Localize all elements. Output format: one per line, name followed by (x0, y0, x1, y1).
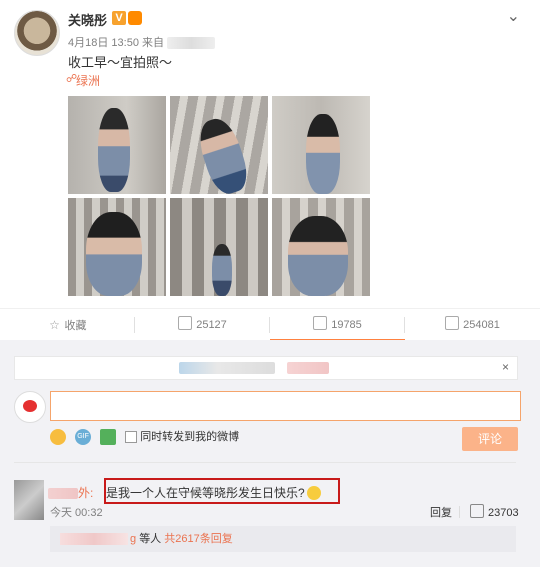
divider (14, 462, 516, 463)
comment-input[interactable] (50, 391, 521, 421)
close-icon[interactable]: × (502, 360, 509, 374)
photo-3[interactable] (272, 96, 370, 194)
emoji-icon[interactable] (50, 429, 66, 446)
commenter-avatar[interactable] (14, 480, 44, 520)
comment-section: × GIF 同时转发到我的微博 评论 外: 是我一个人在守候等晓彤发生日快乐? … (0, 340, 540, 567)
star-icon: ☆ (49, 318, 60, 332)
photo-4[interactable] (68, 198, 166, 296)
highlight-box (104, 478, 340, 504)
comment-like-button[interactable]: 23703 (470, 504, 519, 519)
location-label: 绿洲 (76, 74, 101, 88)
post-meta: 4月18日 13:50 来自 (68, 34, 216, 50)
photo-2[interactable] (170, 96, 268, 194)
like-count: 254081 (463, 319, 500, 331)
thumb-up-icon (470, 504, 484, 518)
location-link[interactable]: ☍ 绿洲 (66, 72, 101, 89)
post-time[interactable]: 4月18日 13:50 来自 (68, 37, 164, 49)
thumb-up-icon (445, 316, 460, 330)
image-icon[interactable] (100, 429, 117, 446)
repost-button[interactable]: 25127 (135, 309, 270, 341)
post-text: 收工早～宜拍照～ (68, 55, 173, 70)
total-replies-link[interactable]: 共2617条回复 (164, 533, 232, 545)
composer-tools: GIF 同时转发到我的微博 (50, 428, 240, 446)
notice-bar: × (14, 356, 518, 380)
favorite-label: 收藏 (64, 320, 87, 332)
reply-name-redacted (60, 533, 128, 546)
verified-badge-icon: V (112, 11, 126, 25)
comment-like-count: 23703 (488, 507, 519, 519)
photo-5[interactable] (170, 198, 268, 296)
comment-button[interactable]: 19785 (270, 309, 405, 341)
weibo-post-card: 关晓彤 V ⌄ 4月18日 13:50 来自 收工早～宜拍照～ ☍ 绿洲 ☆ 收… (0, 0, 540, 341)
photo-1[interactable] (68, 96, 166, 194)
sub-replies-bar: g 等人 共2617条回复 (50, 526, 516, 552)
submit-comment-button[interactable]: 评论 (462, 427, 518, 451)
link-icon: ☍ (66, 73, 78, 85)
commenter-name-suffix: 外: (78, 486, 94, 500)
my-avatar[interactable] (14, 391, 46, 423)
repost-icon (178, 316, 193, 330)
notice-redacted (179, 362, 275, 374)
commenter-name[interactable]: 外: (48, 484, 93, 501)
divider (459, 506, 460, 518)
notice-redacted (287, 362, 329, 374)
comment-time: 今天 00:32 (50, 507, 103, 519)
like-button[interactable]: 254081 (405, 309, 540, 341)
author-name[interactable]: 关晓彤 (68, 10, 107, 29)
source-redacted (167, 37, 216, 50)
photo-grid (68, 96, 372, 296)
post-actions-bar: ☆ 收藏 25127 19785 254081 (0, 308, 540, 341)
comment-icon (313, 316, 328, 330)
sync-repost-checkbox[interactable] (125, 431, 138, 444)
sync-repost-label: 同时转发到我的微博 (140, 431, 240, 443)
name-redacted (48, 488, 78, 500)
chevron-down-icon[interactable]: ⌄ (507, 6, 520, 26)
reply-button[interactable]: 回复 (430, 504, 452, 520)
comment-count: 19785 (331, 319, 362, 331)
favorite-button[interactable]: ☆ 收藏 (0, 309, 135, 341)
vip-crown-icon (128, 11, 142, 25)
photo-6[interactable] (272, 198, 370, 296)
gif-icon[interactable]: GIF (75, 429, 92, 446)
others-label: 等人 (139, 533, 162, 545)
reply-name-tail[interactable]: g (130, 533, 136, 545)
author-avatar[interactable] (14, 10, 60, 56)
repost-count: 25127 (196, 319, 227, 331)
